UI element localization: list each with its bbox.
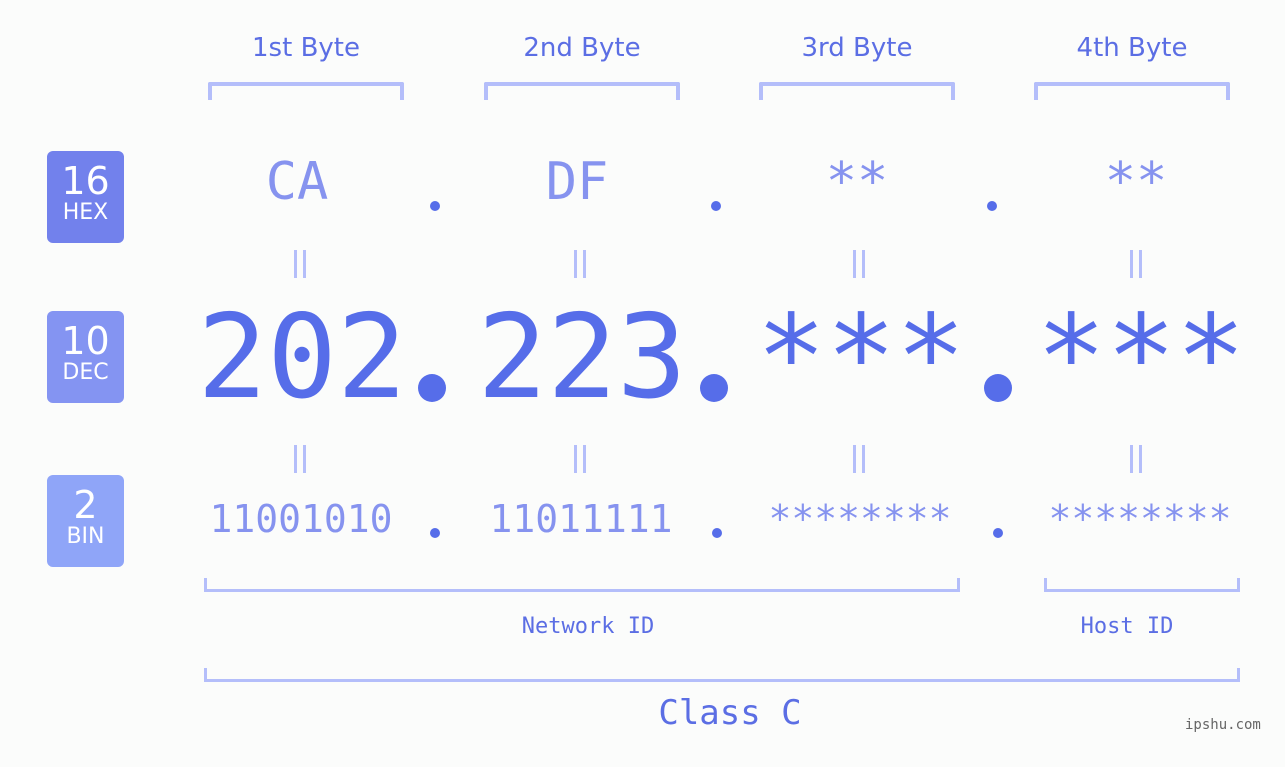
class-label: Class C bbox=[658, 693, 802, 733]
network-id-bracket bbox=[204, 578, 960, 592]
hex-badge: 16 HEX bbox=[47, 151, 124, 243]
byte-bracket-1 bbox=[208, 82, 404, 100]
equals-sign bbox=[270, 246, 330, 287]
byte-bracket-2 bbox=[484, 82, 680, 100]
equals-sign bbox=[1106, 441, 1166, 482]
hex-badge-name: HEX bbox=[62, 200, 109, 225]
dec-octet-3: *** bbox=[756, 290, 966, 425]
host-id-bracket bbox=[1044, 578, 1240, 592]
dec-separator-dot bbox=[418, 374, 446, 402]
bin-separator-dot bbox=[712, 528, 722, 538]
dec-badge-name: DEC bbox=[62, 360, 109, 385]
bin-octet-1: 11001010 bbox=[209, 497, 393, 541]
watermark: ipshu.com bbox=[1185, 717, 1261, 733]
bin-badge-base: 2 bbox=[73, 483, 98, 527]
dec-octet-4: *** bbox=[1036, 290, 1246, 425]
dec-octet-2: 223 bbox=[477, 290, 687, 425]
bin-octet-2: 11011111 bbox=[489, 497, 673, 541]
byte-label-3: 3rd Byte bbox=[801, 33, 913, 63]
hex-separator-dot bbox=[430, 201, 440, 211]
dec-badge-base: 10 bbox=[61, 319, 110, 363]
byte-label-1: 1st Byte bbox=[252, 33, 360, 63]
dec-separator-dot bbox=[984, 374, 1012, 402]
host-id-label: Host ID bbox=[1080, 614, 1174, 639]
equals-sign bbox=[829, 441, 889, 482]
byte-label-4: 4th Byte bbox=[1076, 33, 1188, 63]
hex-separator-dot bbox=[987, 201, 997, 211]
bin-separator-dot bbox=[993, 528, 1003, 538]
bin-separator-dot bbox=[430, 528, 440, 538]
equals-sign bbox=[829, 246, 889, 287]
byte-label-2: 2nd Byte bbox=[523, 33, 641, 63]
bin-octet-4: ******** bbox=[1048, 497, 1232, 541]
dec-badge: 10 DEC bbox=[47, 311, 124, 403]
hex-octet-2: DF bbox=[545, 152, 609, 212]
byte-bracket-4 bbox=[1034, 82, 1230, 100]
hex-octet-4: ** bbox=[1104, 152, 1168, 212]
byte-bracket-3 bbox=[759, 82, 955, 100]
dec-separator-dot bbox=[700, 374, 728, 402]
network-id-label: Network ID bbox=[521, 614, 655, 639]
bin-octet-3: ******** bbox=[768, 497, 952, 541]
hex-separator-dot bbox=[711, 201, 721, 211]
hex-octet-3: ** bbox=[825, 152, 889, 212]
equals-sign bbox=[270, 441, 330, 482]
bin-badge-name: BIN bbox=[66, 524, 105, 549]
hex-octet-1: CA bbox=[265, 152, 329, 212]
equals-sign bbox=[550, 246, 610, 287]
dec-octet-1: 202 bbox=[197, 290, 407, 425]
equals-sign bbox=[550, 441, 610, 482]
hex-badge-base: 16 bbox=[61, 159, 110, 203]
class-bracket bbox=[204, 668, 1240, 682]
equals-sign bbox=[1106, 246, 1166, 287]
bin-badge: 2 BIN bbox=[47, 475, 124, 567]
